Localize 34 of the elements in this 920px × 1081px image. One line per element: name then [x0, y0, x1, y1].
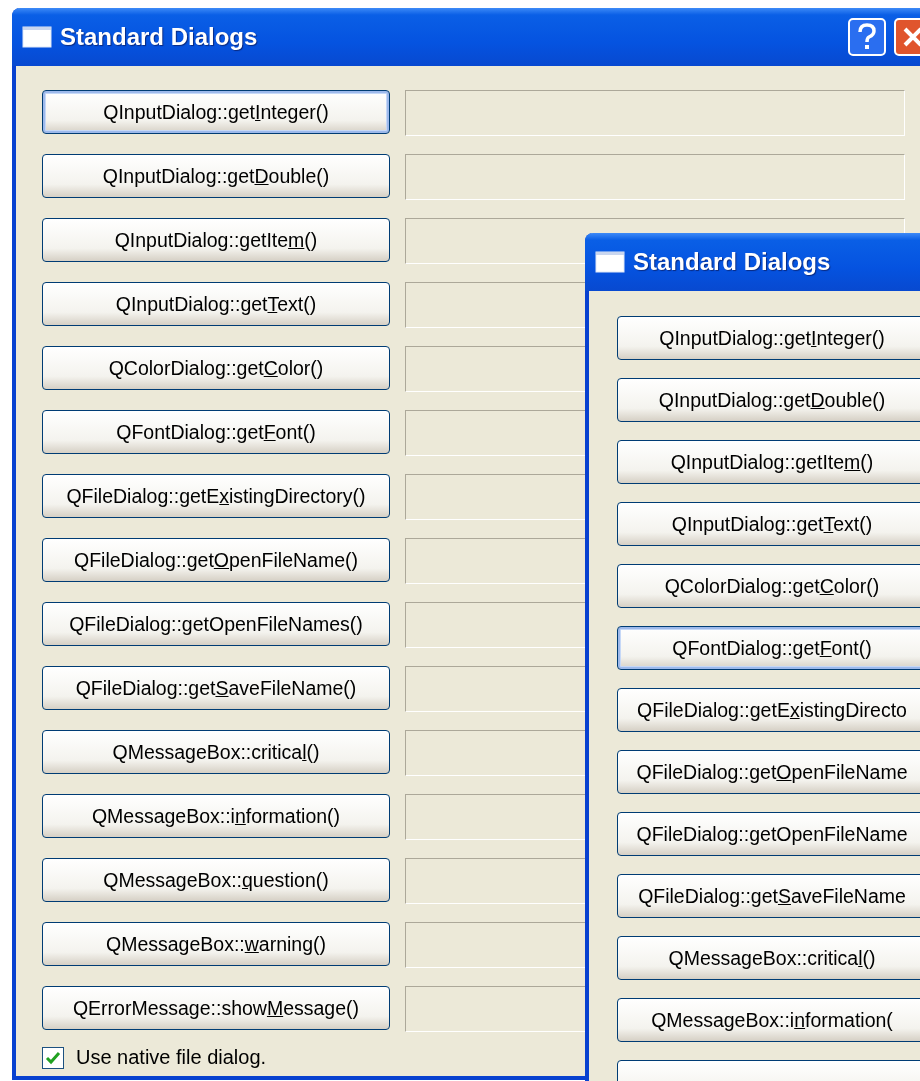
dialog-button[interactable]: QInputDialog::getItem(): [617, 440, 920, 484]
dialog-button[interactable]: QMessageBox::information(): [42, 794, 390, 838]
help-icon[interactable]: [848, 18, 886, 56]
dialog-button[interactable]: QFileDialog::getOpenFileName(): [42, 538, 390, 582]
dialog-button[interactable]: QMessageBox::question(): [42, 858, 390, 902]
dialog-button[interactable]: QFileDialog::getExistingDirecto: [617, 688, 920, 732]
dialog-button[interactable]: QInputDialog::getItem(): [42, 218, 390, 262]
dialog-button[interactable]: QMessageBox::information(: [617, 998, 920, 1042]
dialog-button[interactable]: QInputDialog::getDouble(): [42, 154, 390, 198]
dialog-button[interactable]: QMessageBox::critical(): [617, 936, 920, 980]
dialog-button[interactable]: QFileDialog::getExistingDirectory(): [42, 474, 390, 518]
dialog-button[interactable]: QColorDialog::getColor(): [42, 346, 390, 390]
dialog-button[interactable]: QInputDialog::getDouble(): [617, 378, 920, 422]
dialog-button[interactable]: QFontDialog::getFont(): [42, 410, 390, 454]
dialog-button[interactable]: QMessageBox::critical(): [42, 730, 390, 774]
dialog-button[interactable]: QInputDialog::getInteger(): [617, 316, 920, 360]
dialog-button[interactable]: QFileDialog::getOpenFileName: [617, 750, 920, 794]
dialog-button[interactable]: QColorDialog::getColor(): [617, 564, 920, 608]
dialog-button[interactable]: QFileDialog::getOpenFileName: [617, 812, 920, 856]
dialog-button[interactable]: QErrorMessage::showMessage(): [42, 986, 390, 1030]
dialog-button[interactable]: QInputDialog::getInteger(): [42, 90, 390, 134]
window-icon: [22, 26, 52, 48]
dialog-button[interactable]: QFileDialog::getSaveFileName: [617, 874, 920, 918]
window-title: Standard Dialogs: [60, 23, 259, 51]
checkbox-label: Use native file dialog.: [76, 1046, 267, 1069]
dialog-button[interactable]: QInputDialog::getText(): [42, 282, 390, 326]
dialog-button[interactable]: QFileDialog::getOpenFileNames(): [42, 602, 390, 646]
window-title: Standard Dialogs: [633, 248, 832, 276]
dialog-button[interactable]: QFileDialog::getSaveFileName(): [42, 666, 390, 710]
dialog-button[interactable]: QMessageBox::warning(): [42, 922, 390, 966]
checkbox[interactable]: [42, 1046, 64, 1069]
dialog-button[interactable]: QInputDialog::getText(): [617, 502, 920, 546]
window-icon: [595, 251, 625, 273]
dialog-button[interactable]: QFontDialog::getFont(): [617, 626, 920, 670]
